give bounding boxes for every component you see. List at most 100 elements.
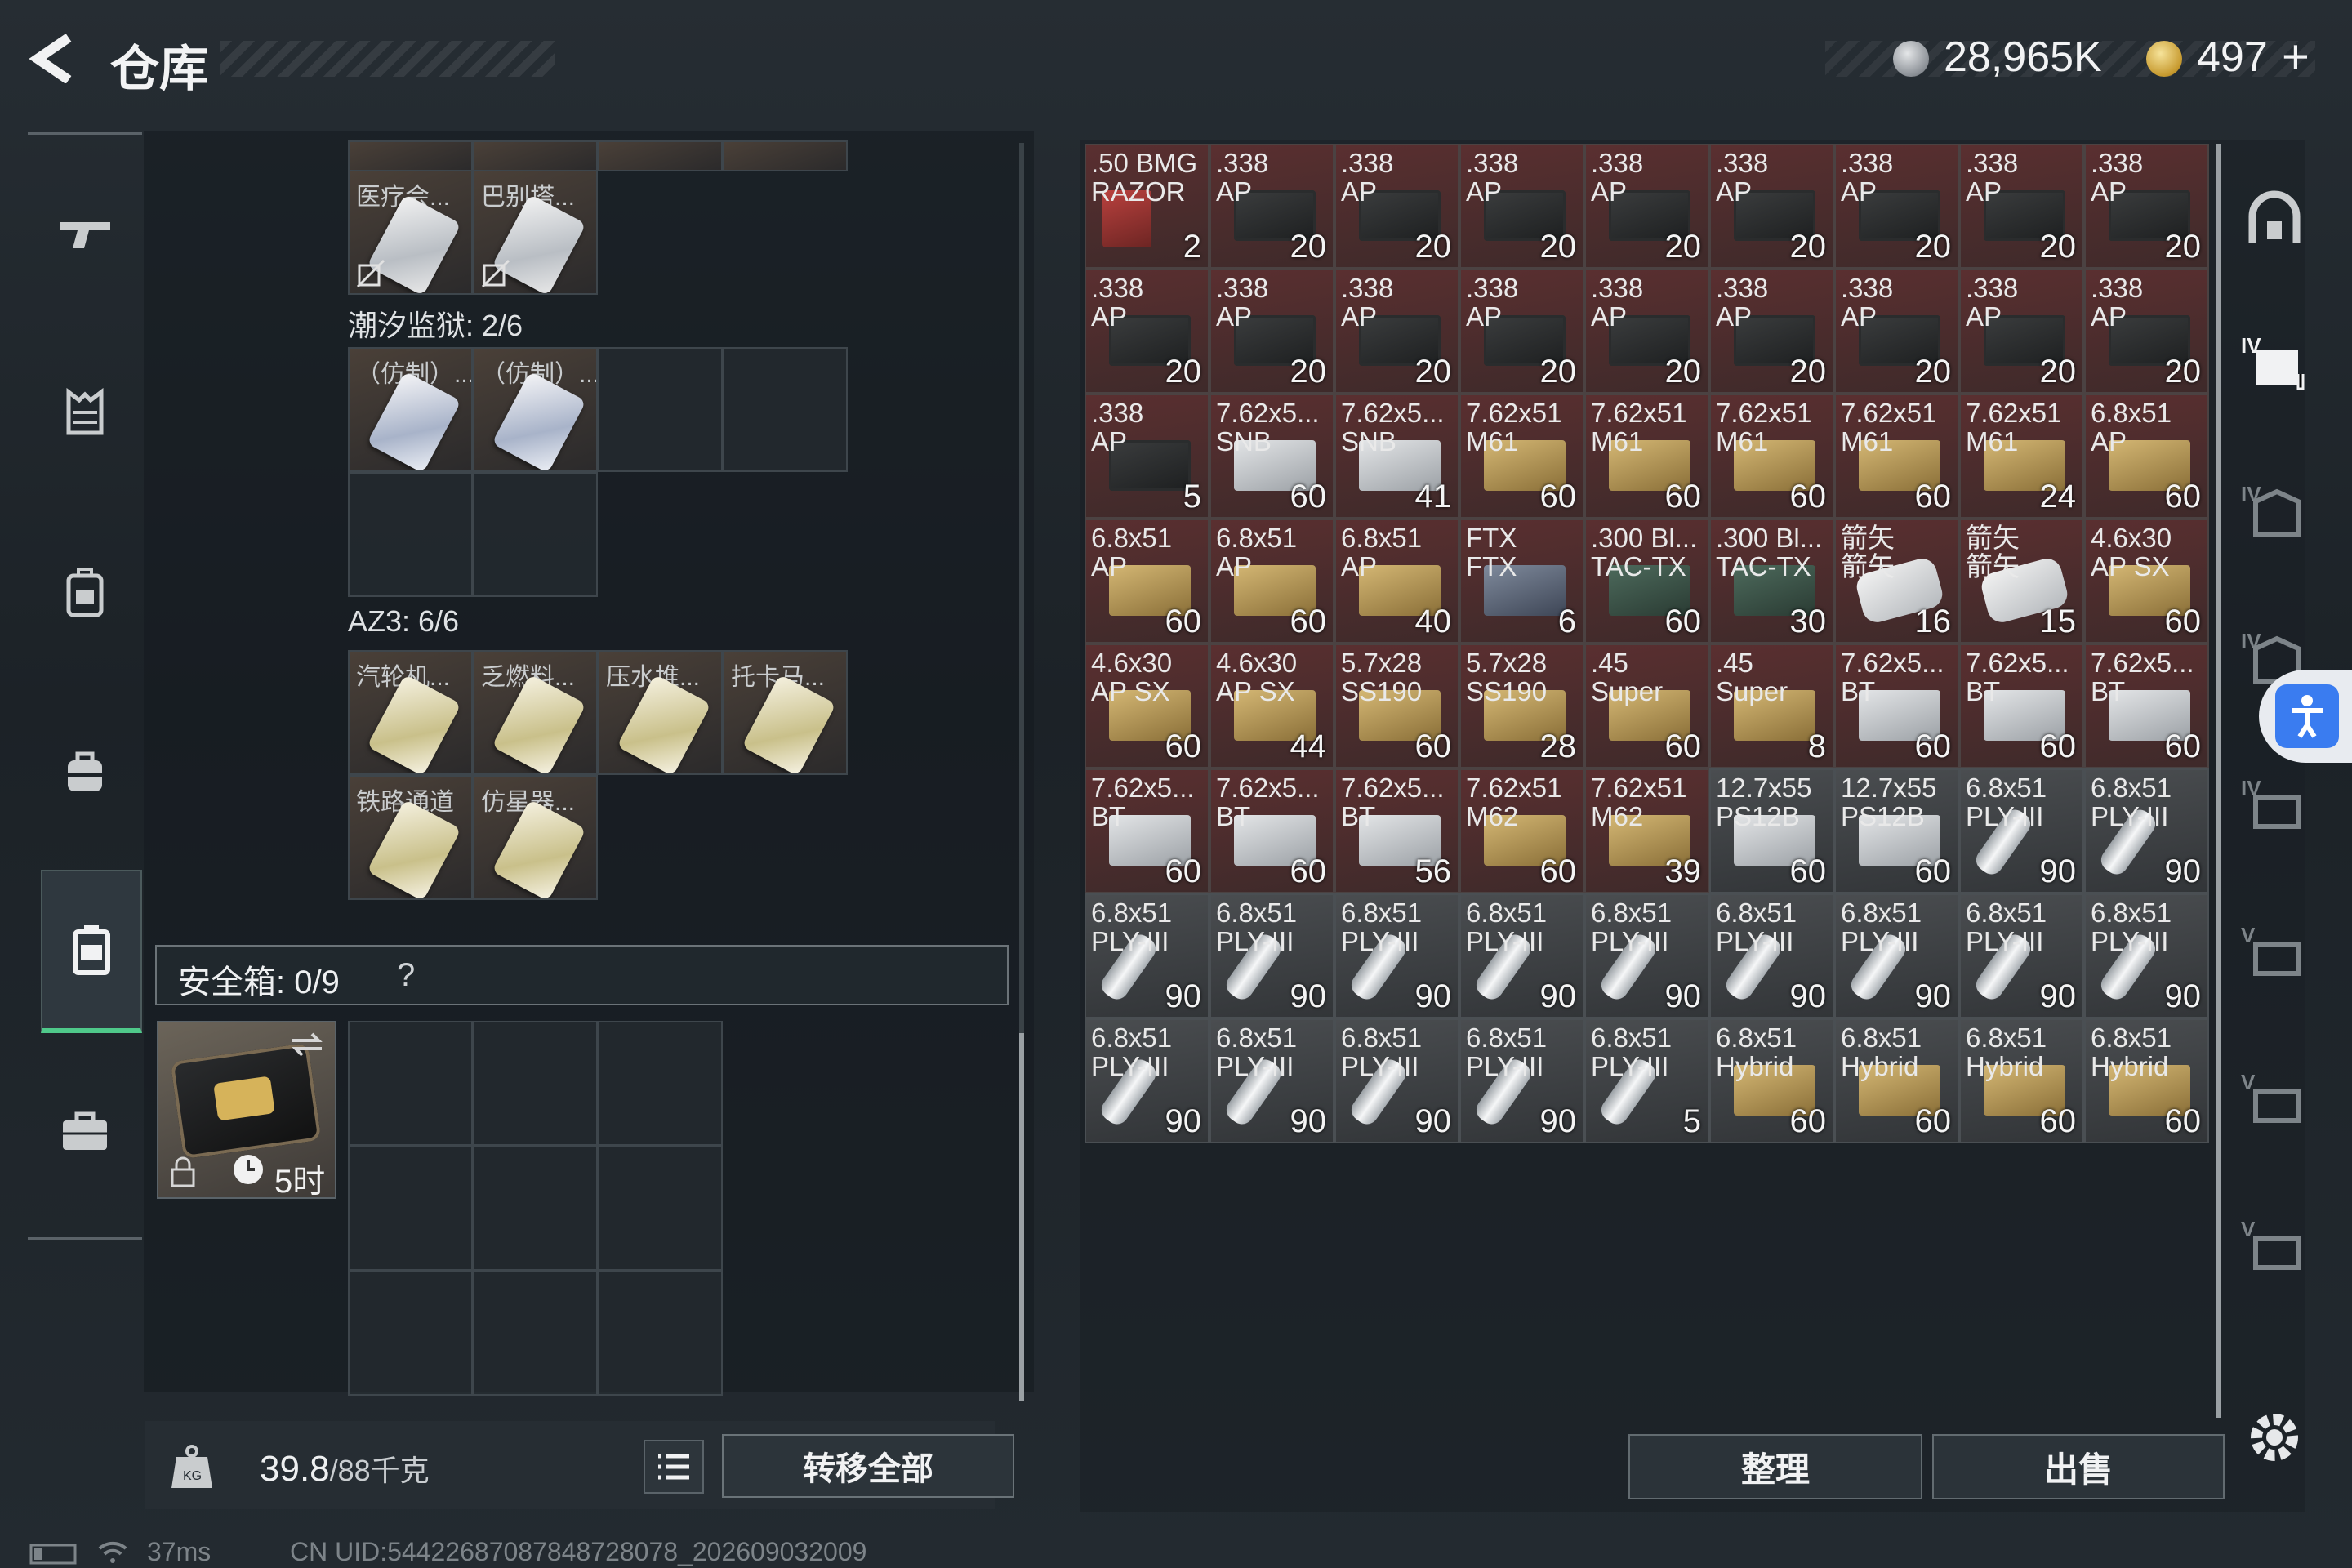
ammo-item[interactable]: 6.8x51 AP 40 (1334, 519, 1459, 644)
empty-slot[interactable] (598, 1021, 723, 1146)
ammo-item[interactable]: 7.62x51 M61 24 (1959, 394, 2084, 519)
sell-button[interactable]: 出售 (1932, 1434, 2225, 1499)
armor-iv-icon[interactable]: IV (2238, 474, 2311, 547)
ammo-item[interactable]: 6.8x51 PLY-III 90 (2084, 893, 2209, 1018)
transfer-all-button[interactable]: 转移全部 (722, 1434, 1014, 1498)
empty-slot[interactable] (348, 1271, 473, 1396)
ammo-item[interactable]: 6.8x51 AP 60 (2084, 394, 2209, 519)
empty-slot[interactable] (598, 1146, 723, 1271)
ammo-item[interactable]: 5.7x28 SS190 28 (1459, 644, 1584, 768)
ammo-item[interactable]: 6.8x51 PLY-III 90 (1459, 893, 1584, 1018)
ammo-item[interactable]: 7.62x5... SNB 60 (1209, 394, 1334, 519)
ammo-item[interactable]: 6.8x51 Hybrid 60 (1709, 1018, 1834, 1143)
rig-v-icon[interactable]: V (2238, 1209, 2311, 1282)
empty-slot[interactable] (473, 1271, 598, 1396)
help-button[interactable]: ? (397, 957, 415, 994)
rig-iv-icon[interactable]: IV (2238, 768, 2311, 841)
key-card-item[interactable]: 巴别塔... (473, 170, 598, 295)
headset-icon[interactable] (2238, 184, 2311, 257)
ammo-item[interactable]: .338 AP 20 (1584, 269, 1709, 394)
accessibility-button[interactable] (2275, 684, 2339, 748)
rig-v-icon[interactable]: V (2238, 915, 2311, 988)
ammo-item[interactable]: .338 AP 5 (1085, 394, 1209, 519)
ammo-item[interactable]: 6.8x51 PLY-III 90 (1709, 893, 1834, 1018)
ammo-item[interactable]: .338 AP 20 (2084, 269, 2209, 394)
ammo-item[interactable]: 7.62x51 M61 60 (1459, 394, 1584, 519)
back-arrow-icon[interactable] (26, 34, 83, 83)
ammo-item[interactable]: .338 AP 20 (1834, 269, 1959, 394)
ammo-item[interactable]: .338 AP 20 (1959, 144, 2084, 269)
ammo-item[interactable]: .338 AP 20 (1709, 144, 1834, 269)
stash-scrollbar-thumb[interactable] (2216, 144, 2221, 1418)
ammo-item[interactable]: 7.62x5... BT 60 (1209, 768, 1334, 893)
key-card-item[interactable]: （仿制）... (348, 347, 473, 472)
ammo-item[interactable]: 6.8x51 PLY-III 90 (1085, 893, 1209, 1018)
ammo-item[interactable]: .338 AP 20 (1959, 269, 2084, 394)
empty-slot[interactable] (348, 1021, 473, 1146)
ammo-item[interactable]: 12.7x55 PS12B 60 (1709, 768, 1834, 893)
ammo-item[interactable]: 6.8x51 PLY-III 90 (1834, 893, 1959, 1018)
ammo-item[interactable]: 7.62x5... BT 60 (2084, 644, 2209, 768)
add-currency-button[interactable]: + (2282, 29, 2310, 84)
ammo-item[interactable]: 7.62x51 M61 60 (1584, 394, 1709, 519)
ammo-item[interactable]: .338 AP 20 (1709, 269, 1834, 394)
ammo-item[interactable]: 6.8x51 PLY-III 90 (1459, 1018, 1584, 1143)
ammo-item[interactable]: 7.62x51 M61 60 (1709, 394, 1834, 519)
ammo-item[interactable]: 6.8x51 PLY-III 90 (1209, 1018, 1334, 1143)
container-scrollbar-thumb[interactable] (1019, 1033, 1024, 1401)
nav-weapon[interactable] (28, 151, 142, 314)
key-card-item[interactable]: 铁路通道 (348, 775, 473, 900)
gear-icon[interactable] (2238, 1401, 2311, 1474)
ammo-item[interactable]: .45 Super 60 (1584, 644, 1709, 768)
ammo-item[interactable]: 7.62x51 M62 60 (1459, 768, 1584, 893)
sort-button[interactable]: 整理 (1628, 1434, 1922, 1499)
ammo-item[interactable]: 6.8x51 Hybrid 60 (1834, 1018, 1959, 1143)
ammo-item[interactable]: .338 AP 20 (1459, 269, 1584, 394)
ammo-item[interactable]: 12.7x55 PS12B 60 (1834, 768, 1959, 893)
ammo-item[interactable]: .338 AP 20 (1209, 144, 1334, 269)
grid-cell[interactable] (598, 140, 723, 172)
empty-slot[interactable] (348, 1146, 473, 1271)
empty-slot[interactable] (723, 347, 848, 472)
ammo-item[interactable]: 6.8x51 AP 60 (1209, 519, 1334, 644)
ammo-item[interactable]: 6.8x51 PLY-III 90 (1959, 893, 2084, 1018)
container-iv-icon[interactable]: IV (2238, 325, 2311, 399)
empty-slot[interactable] (473, 1021, 598, 1146)
ammo-item[interactable]: 6.8x51 PLY-III 90 (1334, 893, 1459, 1018)
empty-slot[interactable] (473, 1146, 598, 1271)
ammo-item[interactable]: 7.62x5... BT 60 (1834, 644, 1959, 768)
ammo-item[interactable]: 6.8x51 PLY-III 90 (1959, 768, 2084, 893)
key-card-item[interactable]: 乏燃料... (473, 650, 598, 775)
ammo-item[interactable]: 4.6x30 AP SX 60 (1085, 644, 1209, 768)
ammo-item[interactable]: .338 AP 20 (1334, 144, 1459, 269)
swap-icon[interactable] (289, 1031, 325, 1058)
list-view-button[interactable] (644, 1440, 704, 1494)
ammo-item[interactable]: 4.6x30 AP SX 44 (1209, 644, 1334, 768)
nav-container[interactable] (41, 870, 142, 1033)
ammo-item[interactable]: 7.62x5... BT 56 (1334, 768, 1459, 893)
ammo-item[interactable]: 7.62x5... BT 60 (1959, 644, 2084, 768)
ammo-item[interactable]: .338 AP 20 (1834, 144, 1959, 269)
ammo-item[interactable]: .45 Super 8 (1709, 644, 1834, 768)
empty-slot[interactable] (598, 347, 723, 472)
ammo-item[interactable]: 6.8x51 Hybrid 60 (1959, 1018, 2084, 1143)
ammo-item[interactable]: 6.8x51 PLY-III 5 (1584, 1018, 1709, 1143)
empty-slot[interactable] (598, 1271, 723, 1396)
key-card-item[interactable]: （仿制）... (473, 347, 598, 472)
ammo-item[interactable]: 5.7x28 SS190 60 (1334, 644, 1459, 768)
ammo-item[interactable]: .338 AP 20 (1334, 269, 1459, 394)
ammo-item[interactable]: 7.62x51 M61 60 (1834, 394, 1959, 519)
key-card-item[interactable]: 托卡马... (723, 650, 848, 775)
ammo-item[interactable]: 6.8x51 PLY-III 90 (1584, 893, 1709, 1018)
key-card-item[interactable]: 医疗会... (348, 170, 473, 295)
ammo-item[interactable]: .300 Bl... TAC-TX 30 (1709, 519, 1834, 644)
ammo-item[interactable]: 6.8x51 PLY-III 90 (1209, 893, 1334, 1018)
ammo-item[interactable]: .338 AP 20 (1209, 269, 1334, 394)
empty-slot[interactable] (473, 472, 598, 597)
ammo-item[interactable]: 4.6x30 AP SX 60 (2084, 519, 2209, 644)
ammo-item[interactable]: .338 AP 20 (1085, 269, 1209, 394)
ammo-item[interactable]: 箭矢 箭矢 16 (1834, 519, 1959, 644)
nav-briefcase[interactable] (28, 1049, 142, 1213)
ammo-item[interactable]: .338 AP 20 (2084, 144, 2209, 269)
ammo-item[interactable]: 箭矢 箭矢 15 (1959, 519, 2084, 644)
